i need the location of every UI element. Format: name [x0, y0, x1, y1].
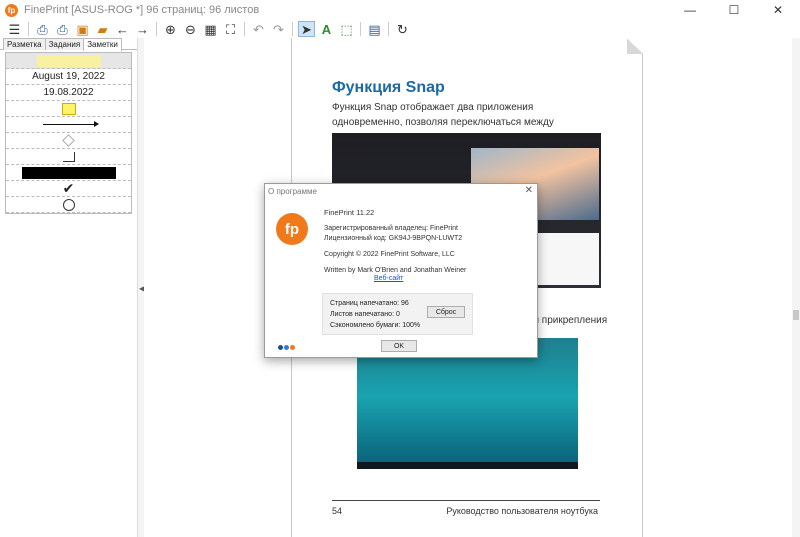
page-fold-corner: [627, 38, 643, 54]
circle-icon: [62, 198, 75, 211]
refresh-icon[interactable]: ↻: [394, 21, 411, 37]
page-heading: Функция Snap: [332, 79, 445, 96]
text-tool-icon[interactable]: A: [318, 21, 335, 37]
tab-jobs[interactable]: Задания: [44, 38, 85, 50]
left-panel: Разметка Задания Заметки August 19, 2022…: [0, 38, 138, 537]
window-controls: — ☐ ✕: [668, 0, 800, 20]
reset-button[interactable]: Сброс: [427, 306, 465, 318]
note-diamond[interactable]: [6, 133, 131, 149]
fit-page-icon[interactable]: ⛶: [222, 21, 239, 37]
dialog-close-button[interactable]: ✕: [525, 185, 533, 196]
footer-title: Руководство пользователя ноутбука: [446, 506, 598, 516]
menu-icon[interactable]: ☰: [6, 21, 23, 37]
scrollbar-thumb[interactable]: [793, 310, 799, 320]
sticky-note-icon: [61, 102, 76, 115]
brand-dots: [278, 345, 295, 350]
save-icon[interactable]: ▣: [74, 21, 91, 37]
brand-dot: [284, 345, 289, 350]
brand-dot: [278, 345, 283, 350]
corner-mark-icon: [62, 151, 75, 162]
toolbar-separator: [156, 22, 157, 36]
license-text: Лицензионный код: GK94J-9BPQN-LUWT2: [324, 235, 463, 242]
panel-tabs: Разметка Задания Заметки: [0, 38, 137, 51]
note-corner[interactable]: [6, 149, 131, 165]
note-date-short-text: 19.08.2022: [43, 87, 94, 98]
owner-text: Зарегистрированный владелец: FinePrint: [324, 225, 458, 232]
toolbar: ☰ ⎙ ⎙ ▣ ▰ ← → ⊕ ⊖ ▦ ⛶ ↶ ↷ ➤ A ⬚ ▤ ↻: [0, 20, 800, 38]
toolbar-separator: [360, 22, 361, 36]
note-sticky[interactable]: [6, 101, 131, 117]
undo-icon[interactable]: ↶: [250, 21, 267, 37]
sticky-note-wide-icon: [36, 54, 101, 67]
ok-button[interactable]: OK: [381, 340, 417, 352]
brand-dot: [290, 345, 295, 350]
print-alt-icon[interactable]: ⎙: [54, 21, 71, 37]
zoom-in-icon[interactable]: ⊕: [162, 21, 179, 37]
maximize-button[interactable]: ☐: [712, 0, 756, 20]
close-window-button[interactable]: ✕: [756, 0, 800, 20]
notes-list: August 19, 2022 19.08.2022 ✔: [5, 52, 132, 214]
title-bar: fp FinePrint [ASUS-ROG *] 96 страниц: 96…: [0, 0, 800, 20]
dialog-title: О программе: [268, 186, 317, 196]
footer-page-number: 54: [332, 506, 343, 516]
print-icon[interactable]: ⎙: [34, 21, 51, 37]
note-date-short[interactable]: 19.08.2022: [6, 85, 131, 101]
note-circle[interactable]: [6, 197, 131, 213]
app-logo-icon: fp: [5, 3, 18, 17]
vertical-scrollbar[interactable]: [792, 38, 800, 537]
redaction-bar-icon: [21, 166, 116, 179]
copyright-text: Copyright © 2022 FinePrint Software, LLC: [324, 251, 455, 258]
fineprint-logo-icon: fp: [276, 213, 308, 245]
checkmark-icon: ✔: [62, 180, 75, 196]
note-check[interactable]: ✔: [6, 180, 131, 197]
tab-notes[interactable]: Заметки: [83, 38, 122, 51]
toolbar-separator: [388, 22, 389, 36]
open-folder-icon[interactable]: ▰: [94, 21, 111, 37]
note-black-bar[interactable]: [6, 165, 131, 181]
note-arrow[interactable]: [6, 117, 131, 133]
paper-saved-text: Сэкономлено бумаги: 100%: [330, 322, 421, 329]
selection-tool-icon[interactable]: ⬚: [338, 21, 355, 37]
tab-layout[interactable]: Разметка: [3, 38, 46, 50]
grid-icon[interactable]: ▦: [202, 21, 219, 37]
minimize-button[interactable]: —: [668, 0, 712, 20]
forward-arrow-icon[interactable]: →: [134, 21, 151, 37]
diamond-icon: [62, 134, 75, 147]
redo-icon[interactable]: ↷: [270, 21, 287, 37]
version-text: FinePrint 11.22: [324, 208, 375, 217]
footer-divider: [332, 500, 600, 501]
note-sticky-wide[interactable]: [6, 53, 131, 69]
note-date-long[interactable]: August 19, 2022: [6, 69, 131, 85]
page-paragraph-2: ия прикрепления: [528, 315, 608, 326]
arrow-line-icon: [42, 121, 99, 127]
note-date-long-text: August 19, 2022: [32, 71, 105, 82]
page-setup-icon[interactable]: ▤: [366, 21, 383, 37]
dialog-info: FinePrint 11.22 Зарегистрированный владе…: [324, 208, 466, 276]
toolbar-separator: [28, 22, 29, 36]
screenshot-taskbar: [357, 462, 578, 469]
website-link[interactable]: Веб-сайт: [374, 275, 403, 282]
back-arrow-icon[interactable]: ←: [114, 21, 131, 37]
about-dialog: О программе ✕ fp FinePrint 11.22 Зарегис…: [264, 183, 538, 358]
cursor-icon[interactable]: ➤: [298, 21, 315, 37]
zoom-out-icon[interactable]: ⊖: [182, 21, 199, 37]
toolbar-separator: [244, 22, 245, 36]
window-title: FinePrint [ASUS-ROG *] 96 страниц: 96 ли…: [24, 4, 260, 16]
toolbar-separator: [292, 22, 293, 36]
